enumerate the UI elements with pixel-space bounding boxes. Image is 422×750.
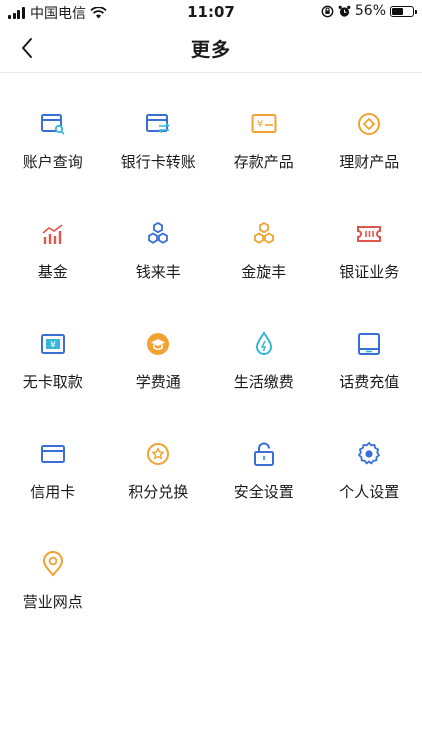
menu-item-label: 信用卡 <box>30 483 76 501</box>
deposit-icon: ¥ <box>249 109 279 139</box>
card-transfer-icon <box>143 109 173 139</box>
page-title: 更多 <box>190 39 231 61</box>
cash-icon: ¥ <box>38 329 68 359</box>
tablet-icon <box>354 329 384 359</box>
menu-item-card-transfer[interactable]: 银行卡转账 <box>106 73 212 183</box>
water-drop-icon <box>249 329 279 359</box>
menu-item-utility-payment[interactable]: 生活缴费 <box>211 293 317 403</box>
points-icon <box>143 439 173 469</box>
fund-chart-icon <box>38 219 68 249</box>
menu-item-label: 安全设置 <box>233 483 294 501</box>
menu-item-label: 存款产品 <box>233 153 294 171</box>
menu-item-security-settings[interactable]: 安全设置 <box>211 403 317 513</box>
svg-text:¥: ¥ <box>257 119 263 130</box>
nav-bar: 更多 <box>0 24 422 73</box>
menu-item-phone-topup[interactable]: 话费充值 <box>317 293 422 403</box>
menu-item-tuition[interactable]: 学费通 <box>106 293 212 403</box>
menu-item-label: 话费充值 <box>339 373 400 391</box>
wealth-coin-icon <box>354 109 384 139</box>
menu-item-personal-settings[interactable]: 个人设置 <box>317 403 422 513</box>
menu-item-jinxuanfeng[interactable]: 金旋丰 <box>211 183 317 293</box>
hexagons-icon <box>143 219 173 249</box>
gear-icon <box>354 439 384 469</box>
menu-item-wealth[interactable]: 理财产品 <box>317 73 422 183</box>
menu-item-label: 基金 <box>37 263 68 281</box>
menu-item-points-exchange[interactable]: 积分兑换 <box>106 403 212 513</box>
alarm-icon <box>338 5 351 17</box>
menu-item-branches[interactable]: 营业网点 <box>0 513 106 623</box>
account-query-icon <box>38 109 68 139</box>
orientation-lock-icon <box>321 5 334 17</box>
menu-item-label: 银证业务 <box>339 263 400 281</box>
menu-item-label: 理财产品 <box>339 153 400 171</box>
menu-item-label: 钱来丰 <box>135 263 181 281</box>
menu-item-label: 个人设置 <box>339 483 400 501</box>
menu-item-label: 金旋丰 <box>241 263 287 281</box>
menu-item-account-query[interactable]: 账户查询 <box>0 73 106 183</box>
graduation-cap-icon <box>143 329 173 359</box>
credit-card-icon <box>38 439 68 469</box>
battery-percent: 56% <box>354 3 386 19</box>
location-pin-icon <box>38 549 68 579</box>
menu-item-deposit[interactable]: ¥ 存款产品 <box>211 73 317 183</box>
menu-item-label: 生活缴费 <box>233 373 294 391</box>
menu-item-credit-card[interactable]: 信用卡 <box>0 403 106 513</box>
menu-item-qianlaifeng[interactable]: 钱来丰 <box>106 183 212 293</box>
menu-item-securities[interactable]: 银证业务 <box>317 183 422 293</box>
menu-item-label: 账户查询 <box>22 153 83 171</box>
menu-item-fund[interactable]: 基金 <box>0 183 106 293</box>
hexagons-gold-icon <box>249 219 279 249</box>
status-bar: 中国电信 11:07 56% <box>0 0 422 24</box>
menu-item-label: 银行卡转账 <box>120 153 196 171</box>
menu-item-label: 学费通 <box>135 373 181 391</box>
svg-text:¥: ¥ <box>50 341 56 351</box>
menu-grid: 账户查询 银行卡转账 ¥ 存款产品 理财产品 基金 钱来丰 金旋丰 银证业务 ¥… <box>0 73 422 623</box>
lock-icon <box>249 439 279 469</box>
menu-item-cardless-withdraw[interactable]: ¥ 无卡取款 <box>0 293 106 403</box>
battery-icon <box>390 5 417 17</box>
status-right: 56% <box>321 3 417 19</box>
menu-item-label: 营业网点 <box>22 593 83 611</box>
menu-item-label: 积分兑换 <box>128 483 189 501</box>
menu-item-label: 无卡取款 <box>22 373 83 391</box>
ticket-icon <box>354 219 384 249</box>
